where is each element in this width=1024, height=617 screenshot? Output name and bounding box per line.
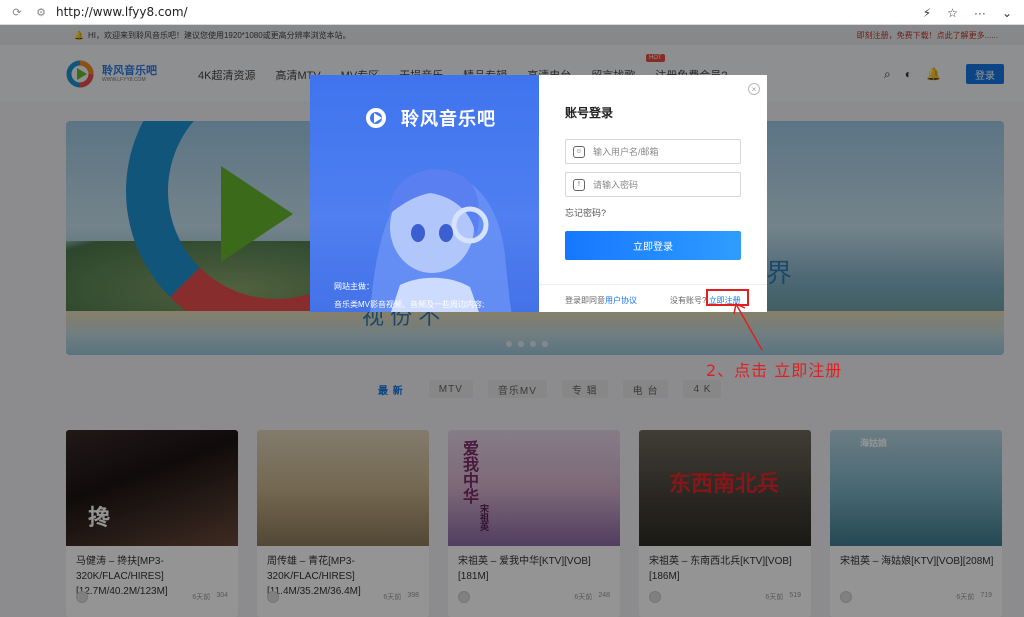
lightning-icon[interactable]: ⚡ bbox=[923, 6, 931, 20]
url-field[interactable]: http://www.lfyy8.com/ bbox=[56, 5, 188, 19]
brand-logo-icon bbox=[366, 108, 386, 128]
user-icon: ☺ bbox=[573, 145, 585, 158]
login-title: 账号登录 bbox=[565, 106, 614, 120]
modal-brand: 聆风音乐吧 bbox=[365, 105, 496, 131]
chevron-down-icon[interactable]: ⌄ bbox=[1002, 6, 1012, 20]
user-agreement-link[interactable]: 用户协议 bbox=[605, 296, 637, 305]
close-icon[interactable]: × bbox=[748, 83, 760, 95]
password-field[interactable]: ! bbox=[565, 172, 741, 197]
login-form-panel: × 账号登录 ☺ ! 忘记密码? 立即登录 登录即同意用户协议 没有账号? 立即… bbox=[539, 75, 767, 312]
username-input[interactable] bbox=[593, 146, 733, 157]
site-info-icon[interactable]: ⚙ bbox=[34, 5, 48, 19]
modal-intro-line-1: 网站主做： bbox=[334, 282, 374, 291]
annotation-text: 2、点击 立即注册 bbox=[706, 361, 843, 380]
modal-intro-line-2: 音乐类MV影音视频、音频及一些周边内容; bbox=[334, 300, 485, 309]
annotation-arrow-icon bbox=[733, 302, 763, 351]
lock-icon: ! bbox=[573, 178, 585, 191]
browser-address-bar: ⟳ ⚙ http://www.lfyy8.com/ ⚡ ☆ ··· ⌄ bbox=[0, 0, 1024, 25]
modal-brand-text: 聆风音乐吧 bbox=[401, 109, 496, 129]
forgot-password-link[interactable]: 忘记密码? bbox=[565, 206, 606, 219]
reload-icon[interactable]: ⟳ bbox=[10, 5, 24, 19]
login-modal: 聆风音乐吧 网站主做： 音乐类MV影音视频、音频及一些周边内容; × 账号登录 … bbox=[310, 75, 767, 312]
more-icon[interactable]: ··· bbox=[974, 6, 986, 20]
login-submit-button[interactable]: 立即登录 bbox=[565, 231, 741, 260]
username-field[interactable]: ☺ bbox=[565, 139, 741, 164]
agree-text: 登录即同意 bbox=[565, 296, 605, 305]
star-icon[interactable]: ☆ bbox=[947, 6, 958, 20]
no-account-text: 没有账号? bbox=[670, 296, 707, 305]
modal-promo-panel: 聆风音乐吧 网站主做： 音乐类MV影音视频、音频及一些周边内容; bbox=[310, 75, 539, 312]
password-input[interactable] bbox=[593, 179, 733, 190]
